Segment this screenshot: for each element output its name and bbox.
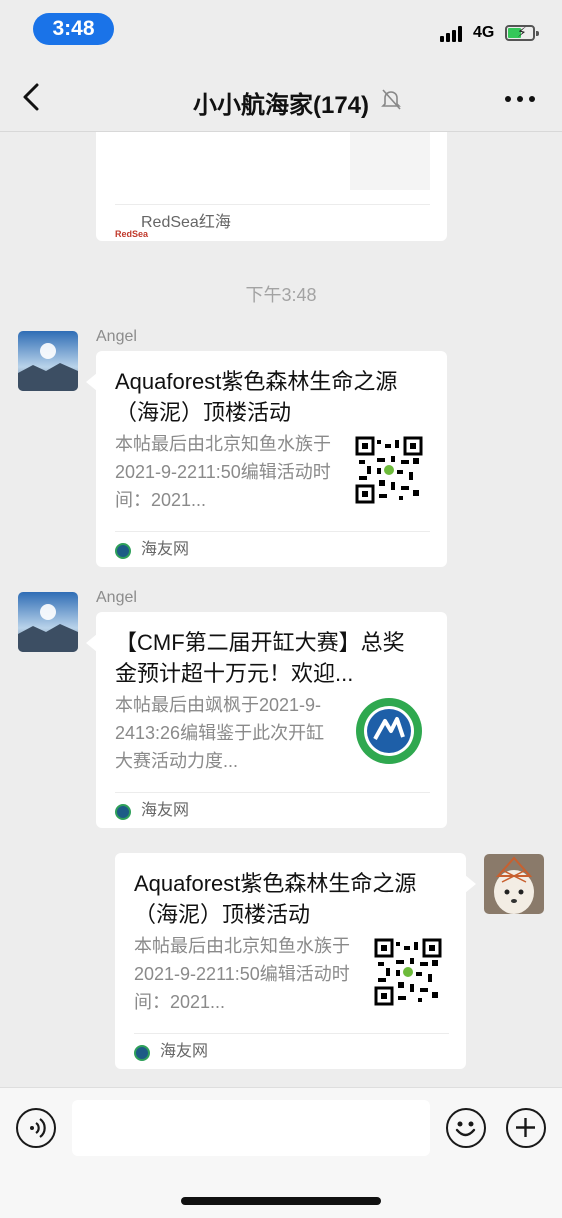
card-description: 本帖最后由飒枫于2021-9-2413:26编辑鉴于此次开缸大赛活动力度...	[115, 695, 325, 771]
card-thumbnail	[350, 132, 430, 190]
status-time[interactable]: 3:48	[33, 13, 114, 45]
card-source: 海友网	[141, 541, 190, 558]
card-footer: 海友网	[134, 1033, 449, 1069]
qr-code-icon	[374, 938, 442, 1006]
message-card[interactable]: 【CMF第二届开缸大赛】总奖金预计超十万元！欢迎... 本帖最后由飒枫于2021…	[86, 612, 447, 828]
cmf-logo-icon	[356, 698, 422, 764]
card-footer: 海友网	[115, 792, 430, 828]
chat-header: 小小航海家(174)	[0, 58, 562, 132]
bell-slash-icon	[381, 89, 401, 110]
message-card[interactable]: Aquaforest紫色森林生命之源（海泥）顶楼活动 本帖最后由北京知鱼水族于2…	[86, 351, 447, 567]
voice-icon[interactable]	[16, 1108, 56, 1148]
haiyou-logo-icon	[134, 1045, 150, 1061]
card-footer: RedSea RedSea红海	[115, 204, 430, 240]
chat-title: 小小航海家(174)	[192, 92, 370, 119]
plus-icon[interactable]	[506, 1108, 546, 1148]
card-source: RedSea红海	[141, 214, 231, 231]
signal-icon	[440, 26, 467, 42]
card-source: 海友网	[141, 802, 190, 819]
message-card[interactable]: RedSea RedSea红海	[96, 132, 447, 241]
card-description: 本帖最后由北京知鱼水族于2021-9-2211:50编辑活动时间：2021...	[115, 434, 331, 510]
chat-timestamp: 下午3:48	[245, 285, 317, 305]
haiyou-logo-icon	[115, 543, 131, 559]
avatar[interactable]	[18, 331, 78, 391]
emoji-icon[interactable]	[446, 1108, 486, 1148]
message-card[interactable]: Aquaforest紫色森林生命之源（海泥）顶楼活动 本帖最后由北京知鱼水族于2…	[115, 853, 476, 1069]
card-title: Aquaforest紫色森林生命之源（海泥）顶楼活动	[134, 871, 417, 927]
avatar[interactable]	[18, 592, 78, 652]
avatar[interactable]	[484, 854, 544, 914]
card-source: 海友网	[160, 1043, 209, 1060]
redsea-logo-icon: RedSea	[115, 229, 149, 239]
status-bar: 3:48 4G ⚡	[0, 0, 562, 58]
sender-name: Angel	[96, 589, 137, 606]
card-description: 本帖最后由北京知鱼水族于2021-9-2211:50编辑活动时间：2021...	[134, 936, 350, 1012]
card-footer: 海友网	[115, 531, 430, 567]
battery-icon: ⚡	[505, 24, 539, 41]
home-indicator[interactable]	[181, 1197, 381, 1205]
card-title: Aquaforest紫色森林生命之源（海泥）顶楼活动	[115, 369, 398, 425]
ellipsis-icon[interactable]	[505, 96, 535, 102]
message-input[interactable]	[72, 1100, 430, 1156]
qr-code-icon	[355, 436, 423, 504]
chat-area[interactable]: RedSea RedSea红海 下午3:48 Angel Aquaforest紫…	[0, 132, 562, 1087]
card-title: 【CMF第二届开缸大赛】总奖金预计超十万元！欢迎...	[115, 630, 405, 686]
haiyou-logo-icon	[115, 804, 131, 820]
sender-name: Angel	[96, 328, 137, 345]
network-type: 4G	[473, 24, 495, 41]
